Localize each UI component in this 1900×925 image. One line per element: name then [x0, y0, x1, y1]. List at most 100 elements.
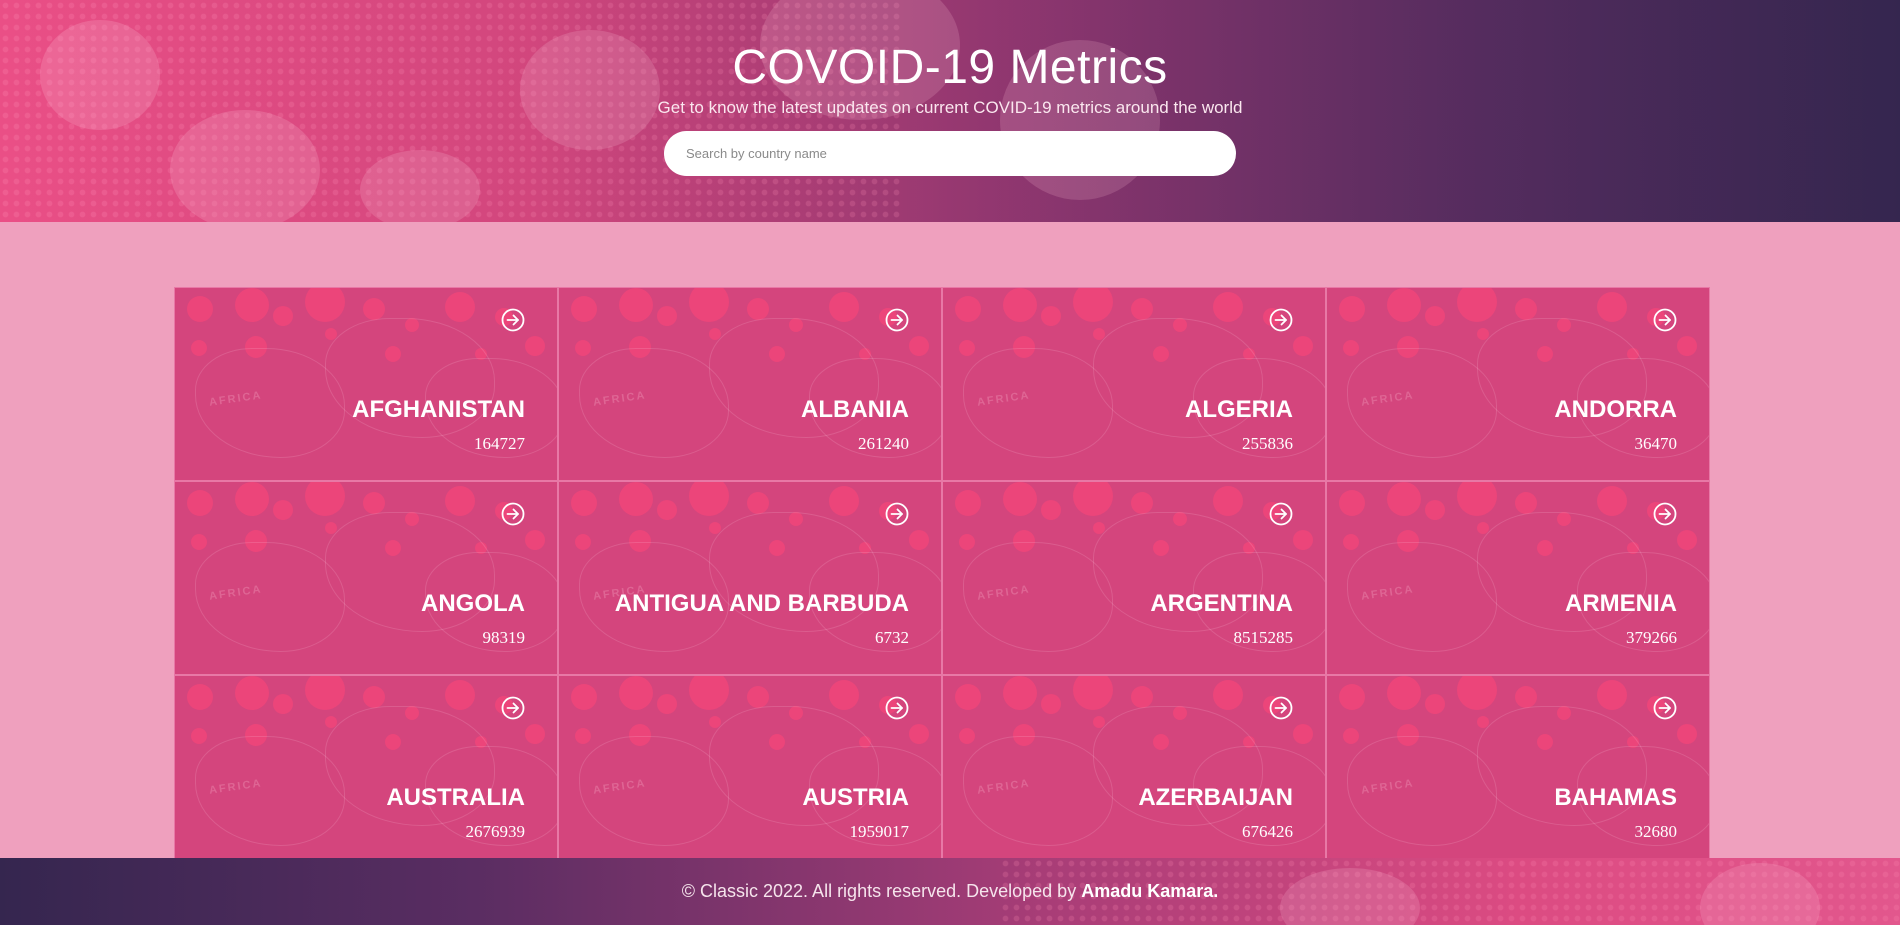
country-card[interactable]: AFRICA AZERBAIJAN 676426 [942, 675, 1326, 869]
map-bubble-decoration [909, 336, 929, 356]
country-name: AZERBAIJAN [1138, 784, 1293, 811]
map-bubble-decoration [363, 686, 385, 708]
country-name: ANGOLA [421, 590, 525, 617]
map-bubble-decoration [657, 306, 677, 326]
map-bubble-decoration [1387, 288, 1421, 322]
copyright-text: © Classic 2022. All rights reserved. Dev… [681, 881, 1077, 901]
country-name: BAHAMAS [1554, 784, 1677, 811]
country-card[interactable]: AFRICA ARGENTINA 8515285 [942, 481, 1326, 675]
arrow-right-circle-icon[interactable] [885, 308, 909, 332]
search-bar[interactable] [664, 131, 1236, 176]
map-bubble-decoration [1003, 676, 1037, 710]
map-bubble-decoration [191, 534, 207, 550]
map-bubble-decoration [273, 694, 293, 714]
map-bubble-decoration [575, 728, 591, 744]
map-bubble-decoration [1339, 684, 1365, 710]
map-bubble-decoration [657, 500, 677, 520]
country-case-count: 164727 [474, 434, 525, 453]
country-card[interactable]: AFRICA AUSTRIA 1959017 [558, 675, 942, 869]
country-case-count: 2676939 [465, 822, 526, 841]
country-name: AUSTRALIA [386, 784, 525, 811]
country-case-count: 6732 [875, 628, 909, 647]
map-bubble-decoration [363, 298, 385, 320]
arrow-right-circle-icon[interactable] [885, 696, 909, 720]
map-bubble-decoration [959, 340, 975, 356]
map-bubble-decoration [959, 728, 975, 744]
map-bubble-decoration [909, 724, 929, 744]
map-bubble-decoration [829, 680, 859, 710]
map-bubble-decoration [959, 534, 975, 550]
map-bubble-decoration [1387, 676, 1421, 710]
country-grid-section: AFRICA AFGHANISTAN 164727 AFRICA ALBANIA 2612… [0, 222, 1900, 869]
map-bubble-decoration [575, 340, 591, 356]
map-bubble-decoration [273, 500, 293, 520]
map-bubble-decoration [525, 724, 545, 744]
map-bubble-decoration [525, 530, 545, 550]
map-bubble-decoration [1293, 724, 1313, 744]
map-bubble-decoration [1597, 680, 1627, 710]
country-card[interactable]: AFRICA BAHAMAS 32680 [1326, 675, 1710, 869]
arrow-right-circle-icon[interactable] [885, 502, 909, 526]
map-bubble-decoration [747, 686, 769, 708]
country-case-count: 261240 [858, 434, 909, 453]
arrow-right-circle-icon[interactable] [1269, 502, 1293, 526]
country-card[interactable]: AFRICA ANDORRA 36470 [1326, 287, 1710, 481]
country-card[interactable]: AFRICA AFGHANISTAN 164727 [174, 287, 558, 481]
map-bubble-decoration [445, 292, 475, 322]
hero-content: COVOID-19 Metrics Get to know the latest… [0, 0, 1900, 176]
map-bubble-decoration [1343, 534, 1359, 550]
arrow-right-circle-icon[interactable] [1653, 696, 1677, 720]
country-grid: AFRICA AFGHANISTAN 164727 AFRICA ALBANIA 2612… [174, 287, 1710, 869]
map-bubble-decoration [1131, 686, 1153, 708]
search-input[interactable] [684, 145, 1216, 162]
map-bubble-decoration [1515, 492, 1537, 514]
map-bubble-decoration [1041, 306, 1061, 326]
map-bubble-decoration [571, 684, 597, 710]
map-bubble-decoration [955, 684, 981, 710]
map-bubble-decoration [1677, 336, 1697, 356]
country-card[interactable]: AFRICA ANGOLA 98319 [174, 481, 558, 675]
map-bubble-decoration [1597, 486, 1627, 516]
map-bubble-decoration [829, 486, 859, 516]
country-case-count: 98319 [482, 628, 526, 647]
page-subtitle: Get to know the latest updates on curren… [657, 98, 1243, 117]
map-bubble-decoration [1515, 298, 1537, 320]
map-bubble-decoration [747, 298, 769, 320]
arrow-right-circle-icon[interactable] [1269, 308, 1293, 332]
map-bubble-decoration [305, 482, 345, 516]
map-bubble-decoration [909, 530, 929, 550]
map-bubble-decoration [1425, 500, 1445, 520]
country-card[interactable]: AFRICA ALBANIA 261240 [558, 287, 942, 481]
map-bubble-decoration [363, 492, 385, 514]
country-case-count: 676426 [1242, 822, 1293, 841]
country-case-count: 255836 [1242, 434, 1293, 453]
map-bubble-decoration [829, 292, 859, 322]
map-bubble-decoration [689, 482, 729, 516]
country-card[interactable]: AFRICA ALGERIA 255836 [942, 287, 1326, 481]
map-bubble-decoration [1213, 486, 1243, 516]
country-card[interactable]: AFRICA ARMENIA 379266 [1326, 481, 1710, 675]
map-bubble-decoration [445, 486, 475, 516]
map-bubble-decoration [191, 728, 207, 744]
country-card[interactable]: AFRICA AUSTRALIA 2676939 [174, 675, 558, 869]
arrow-right-circle-icon[interactable] [501, 696, 525, 720]
map-bubble-decoration [571, 296, 597, 322]
map-bubble-decoration [1457, 288, 1497, 322]
map-bubble-decoration [1293, 530, 1313, 550]
arrow-right-circle-icon[interactable] [1653, 308, 1677, 332]
map-bubble-decoration [657, 694, 677, 714]
map-bubble-decoration [1343, 340, 1359, 356]
arrow-right-circle-icon[interactable] [501, 502, 525, 526]
country-case-count: 36470 [1634, 434, 1678, 453]
map-bubble-decoration [571, 490, 597, 516]
arrow-right-circle-icon[interactable] [1653, 502, 1677, 526]
map-bubble-decoration [235, 288, 269, 322]
map-bubble-decoration [1339, 296, 1365, 322]
map-bubble-decoration [187, 296, 213, 322]
arrow-right-circle-icon[interactable] [501, 308, 525, 332]
map-bubble-decoration [187, 684, 213, 710]
country-card[interactable]: AFRICA ANTIGUA AND BARBUDA 6732 [558, 481, 942, 675]
country-case-count: 8515285 [1233, 628, 1294, 647]
arrow-right-circle-icon[interactable] [1269, 696, 1293, 720]
map-bubble-decoration [575, 534, 591, 550]
